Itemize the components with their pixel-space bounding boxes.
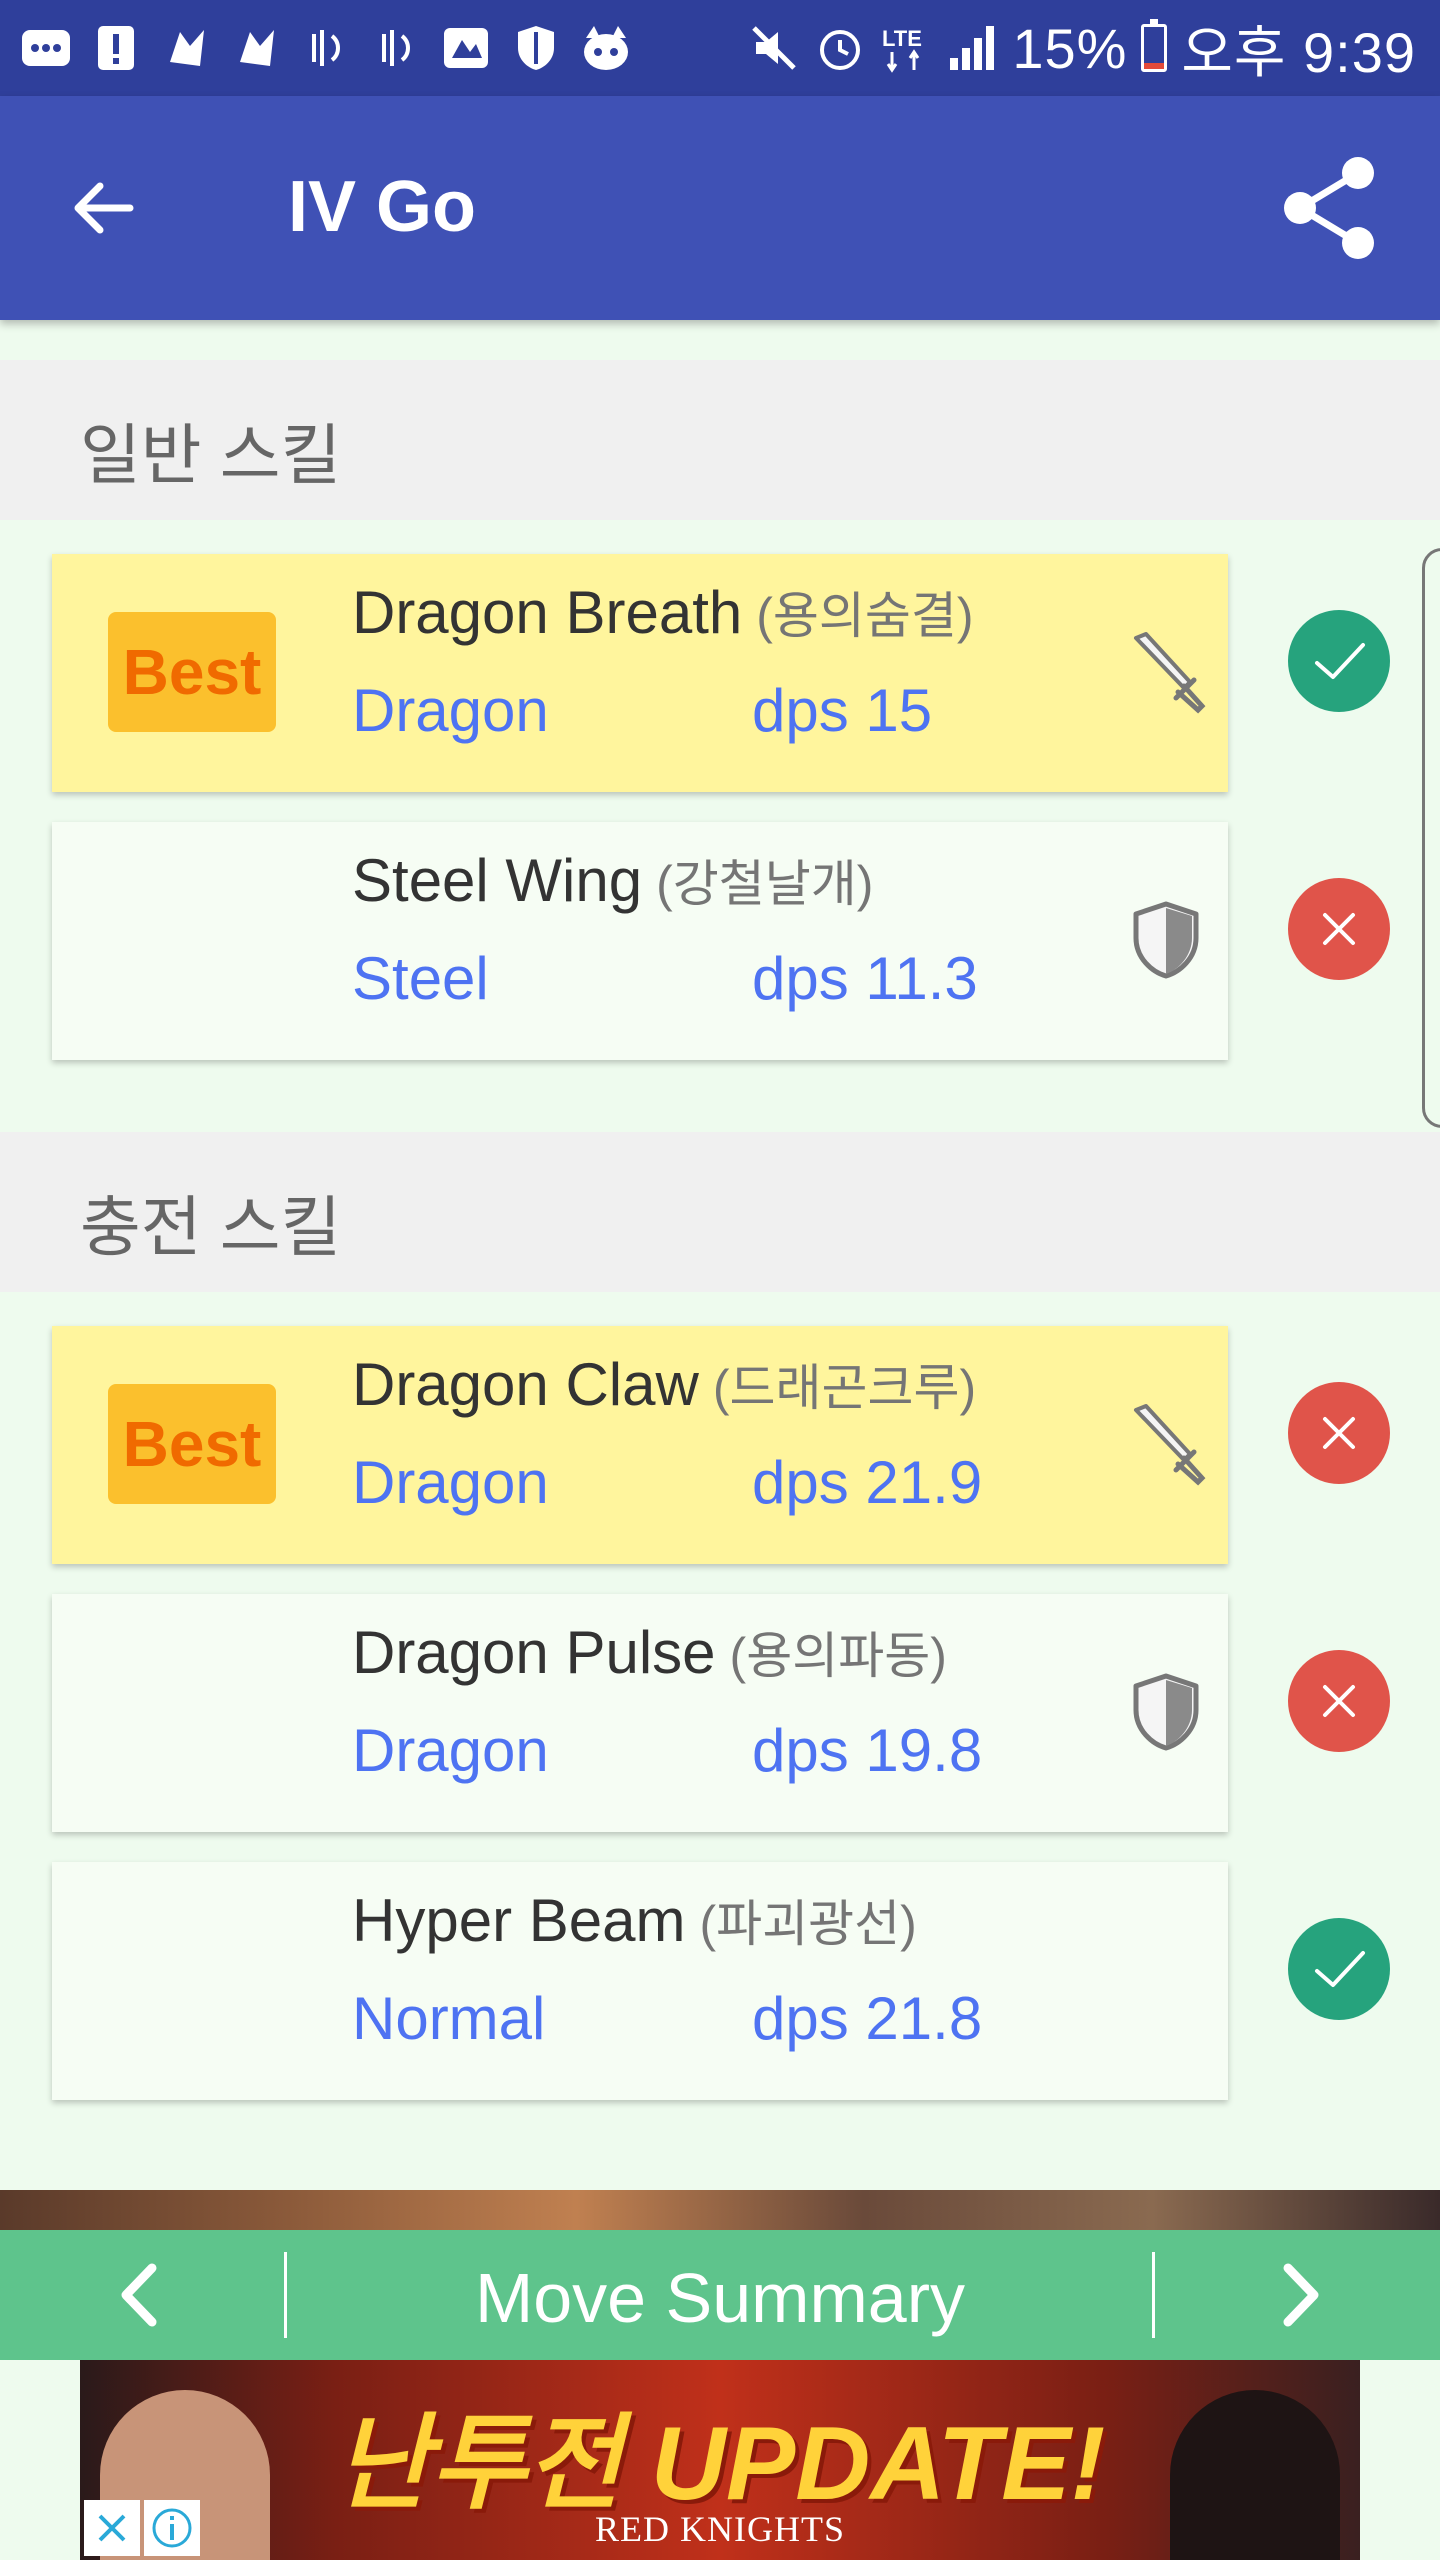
system-status: LTE 15% 오후 9:39: [748, 0, 1416, 96]
move-status-ok[interactable]: [1288, 610, 1390, 712]
move-type: Steel: [352, 945, 489, 1012]
section-title: 충전 스킬: [80, 1190, 342, 1264]
move-card[interactable]: Steel Wing (강철날개) Steel dps 11.3: [52, 822, 1228, 1060]
nav-title: Move Summary: [474, 2259, 966, 2337]
ad-banner[interactable]: 난투전 UPDATE! RED KNIGHTS: [80, 2360, 1360, 2560]
move-name: Dragon Breath (용의숨결): [352, 576, 974, 648]
close-icon: [98, 2514, 126, 2542]
move-name-en: Dragon Pulse: [352, 1619, 716, 1686]
pokemon-icon: [160, 22, 212, 74]
move-dps: dps 11.3: [752, 945, 978, 1012]
arrow-back-icon: [74, 182, 134, 234]
move-card[interactable]: Dragon Pulse (용의파동) Dragon dps 19.8: [52, 1594, 1228, 1832]
move-dps: dps 19.8: [752, 1717, 983, 1784]
info-icon: [152, 2508, 192, 2548]
section-header-charge-moves: 충전 스킬: [0, 1132, 1440, 1292]
move-type: Dragon: [352, 1449, 549, 1516]
lte-icon: LTE: [880, 22, 932, 74]
move-card[interactable]: Best Dragon Breath (용의숨결) Dragon dps 15: [52, 554, 1228, 792]
notification-icons: [20, 18, 632, 78]
move-status-bad[interactable]: [1288, 1650, 1390, 1752]
move-name: Dragon Claw (드래곤크루): [352, 1348, 976, 1420]
battery-percent: 15%: [1012, 16, 1128, 80]
battery-icon: [1141, 19, 1168, 72]
ad-info-button[interactable]: [144, 2500, 200, 2556]
share-icon: [1284, 157, 1374, 259]
chat-icon: [20, 22, 72, 74]
status-bar: LTE 15% 오후 9:39: [0, 0, 1440, 96]
move-name-en: Hyper Beam: [352, 1887, 686, 1954]
move-name-kr: (드래곤크루): [712, 1360, 977, 1416]
move-name: Steel Wing (강철날개): [352, 844, 873, 916]
section-title: 일반 스킬: [80, 418, 342, 492]
ad-strip: [0, 2190, 1440, 2230]
sword-icon: [1134, 632, 1206, 714]
move-status-bad[interactable]: [1288, 878, 1390, 980]
move-card[interactable]: Best Dragon Claw (드래곤크루) Dragon dps 21.9: [52, 1326, 1228, 1564]
previous-button[interactable]: [60, 2245, 220, 2345]
close-icon: [1323, 1417, 1355, 1449]
move-name-en: Dragon Claw: [352, 1351, 699, 1418]
page-title: IV Go: [288, 167, 477, 247]
shield-icon: [510, 22, 562, 74]
move-dps: dps 21.9: [752, 1449, 983, 1516]
move-name: Hyper Beam (파괴광선): [352, 1884, 917, 1956]
shield-icon: [1133, 1673, 1199, 1751]
move-status-bad[interactable]: [1288, 1382, 1390, 1484]
close-icon: [1323, 1685, 1355, 1717]
move-name-en: Dragon Breath: [352, 579, 743, 646]
alarm-icon: [814, 22, 866, 74]
best-badge: Best: [108, 1384, 276, 1504]
mute-icon: [748, 22, 800, 74]
move-type: Dragon: [352, 1717, 549, 1784]
check-icon: [1315, 1951, 1365, 1987]
move-name-kr: (강철날개): [656, 856, 874, 912]
best-badge: Best: [108, 612, 276, 732]
move-name-en: Steel Wing: [352, 847, 643, 914]
section-header-fast-moves: 일반 스킬: [0, 360, 1440, 520]
move-name: Dragon Pulse (용의파동): [352, 1616, 947, 1688]
move-dps: dps 21.8: [752, 1985, 983, 2052]
move-type: Normal: [352, 1985, 546, 2052]
chevron-left-icon: [121, 2263, 157, 2327]
image-icon: [440, 22, 492, 74]
scroll-edge: [1422, 548, 1440, 1128]
move-status-ok[interactable]: [1288, 1918, 1390, 2020]
next-button[interactable]: [1220, 2245, 1380, 2345]
move-type: Dragon: [352, 677, 549, 744]
clock: 오후 9:39: [1181, 20, 1416, 84]
battery-level: [1144, 62, 1165, 69]
move-name-kr: (파괴광선): [699, 1896, 917, 1952]
app-bar: IV Go: [0, 96, 1440, 320]
nav-divider: [1152, 2252, 1155, 2338]
alert-icon: [90, 22, 142, 74]
move-dps: dps 15: [752, 677, 933, 744]
ad-subtitle: RED KNIGHTS: [595, 2509, 845, 2549]
sword-icon: [1134, 1404, 1206, 1486]
vibrate-icon: [300, 22, 352, 74]
shield-icon: [1133, 901, 1199, 979]
ad-close-button[interactable]: [84, 2500, 140, 2556]
svg-text:LTE: LTE: [882, 26, 922, 51]
raccoon-icon: [580, 22, 632, 74]
chevron-right-icon: [1283, 2263, 1319, 2327]
move-name-kr: (용의숨결): [756, 588, 974, 644]
close-icon: [1323, 913, 1355, 945]
move-name-kr: (용의파동): [729, 1628, 947, 1684]
vibrate-icon: [370, 22, 422, 74]
bottom-nav: Move Summary: [0, 2230, 1440, 2360]
signal-icon: [946, 22, 998, 74]
pokemon-icon: [230, 22, 282, 74]
share-button[interactable]: [1270, 148, 1390, 268]
ad-headline: 난투전 UPDATE!: [334, 2406, 1106, 2522]
move-card[interactable]: Hyper Beam (파괴광선) Normal dps 21.8: [52, 1862, 1228, 2100]
back-button[interactable]: [44, 148, 164, 268]
check-icon: [1315, 643, 1365, 679]
